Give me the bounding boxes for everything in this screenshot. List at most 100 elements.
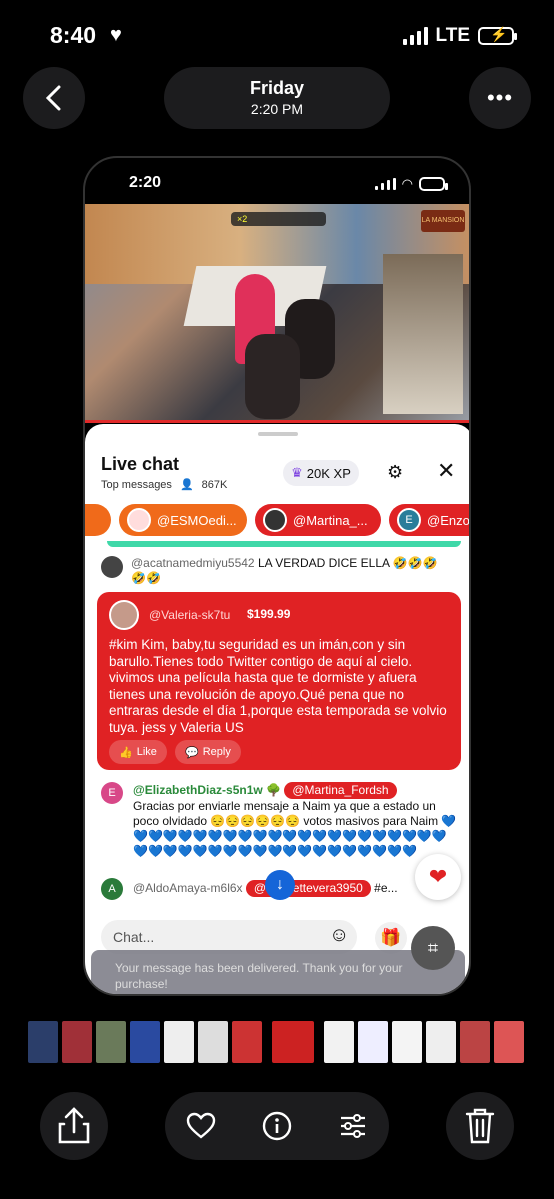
mention-badge[interactable]: @Martina_Fordsh <box>284 782 397 799</box>
drag-handle[interactable] <box>258 432 298 436</box>
video-progress <box>85 420 469 423</box>
thumbnail-strip <box>28 1021 528 1065</box>
date-time: 2:20 PM <box>250 101 304 117</box>
thumbnail[interactable] <box>426 1021 456 1063</box>
person-icon: 👤 <box>179 479 194 491</box>
show-logo: LA MANSION <box>421 210 465 232</box>
thumbnail-selected[interactable] <box>272 1021 314 1063</box>
chat-input[interactable]: Chat... <box>101 920 357 954</box>
thumbnail[interactable] <box>392 1021 422 1063</box>
back-button[interactable] <box>23 67 85 129</box>
chip-label: @EnzojR <box>427 512 470 528</box>
thumbnail[interactable] <box>494 1021 524 1063</box>
thumbnail[interactable] <box>460 1021 490 1063</box>
more-icon: ••• <box>486 85 514 110</box>
like-label: Like <box>136 746 157 758</box>
status-bar: 8:40 ♥ LTE ⚡ <box>0 0 554 72</box>
chip-label: @ESMOedi... <box>157 512 237 528</box>
chevron-left-icon <box>45 85 61 111</box>
avatar: E <box>397 508 421 532</box>
pinned-bar <box>107 541 461 547</box>
avatar: A <box>101 878 123 900</box>
live-chat-panel: Live chat Top messages 👤 867K ♛ 20K XP ⚙… <box>85 424 470 994</box>
crown-icon: ♛ <box>291 465 303 480</box>
avatar: E <box>101 782 123 804</box>
chat-title: Live chat <box>101 454 180 474</box>
pinned-chips: @ESMOedi... @Martina_... E @EnzojR <box>85 502 470 538</box>
chip-martina[interactable]: @Martina_... <box>255 504 381 536</box>
network-label: LTE <box>435 25 470 46</box>
chat-subtitle-row: Top messages 👤 867K <box>101 478 228 492</box>
chip-esmo[interactable]: @ESMOedi... <box>119 504 247 536</box>
reply-label: Reply <box>202 746 231 758</box>
favorite-icon[interactable] <box>185 1110 217 1142</box>
emoji-icon[interactable]: ☺ <box>329 924 349 947</box>
message-author: @ElizabethDiaz-s5n1w 🌳 <box>133 783 282 797</box>
avatar <box>263 508 287 532</box>
chip-label: @Martina_... <box>293 512 368 528</box>
scroll-down-button[interactable]: ↓ <box>265 870 295 900</box>
arrow-down-icon: ↓ <box>276 876 284 893</box>
xp-badge[interactable]: ♛ 20K XP <box>283 460 359 486</box>
more-button[interactable]: ••• <box>469 67 531 129</box>
battery-icon: ⚡ <box>478 26 517 45</box>
avatar <box>109 600 139 630</box>
action-bar <box>165 1092 389 1160</box>
thumbs-up-icon: 👍 <box>119 746 133 759</box>
superchat-amount: $199.99 <box>247 607 291 621</box>
wifi-icon: ◠ <box>401 176 413 191</box>
react-heart-button[interactable]: ❤ <box>415 854 461 900</box>
message-author: @AldoAmaya-m6l6x <box>133 881 243 895</box>
like-button[interactable]: 👍 Like <box>109 740 167 764</box>
adjust-icon[interactable] <box>337 1110 369 1142</box>
thumbnail[interactable] <box>164 1021 194 1063</box>
thumbnail[interactable] <box>324 1021 354 1063</box>
thumbnail[interactable] <box>358 1021 388 1063</box>
chat-message[interactable]: @ElizabethDiaz-s5n1w 🌳 @Martina_Fordsh G… <box>133 782 457 859</box>
settings-sliders-icon[interactable]: ⚙ <box>387 462 403 483</box>
avatar <box>101 556 123 578</box>
super-chat-card[interactable]: @Valeria-sk7tu $199.99 #kim Kim, baby,tu… <box>97 592 461 770</box>
delete-button[interactable] <box>446 1092 514 1160</box>
close-icon[interactable]: ✕ <box>437 458 455 484</box>
trash-icon <box>465 1108 495 1144</box>
message-text: #e... <box>374 881 398 895</box>
share-button[interactable] <box>40 1092 108 1160</box>
inner-battery-icon <box>419 177 448 191</box>
thumbnail[interactable] <box>28 1021 58 1063</box>
reply-icon: 💬 <box>185 746 199 759</box>
viewer-count: 867K <box>201 478 228 491</box>
chat-message[interactable]: @acatnamedmiyu5542 LA VERDAD DICE ELLA 🤣… <box>131 556 451 586</box>
thumbnail[interactable] <box>62 1021 92 1063</box>
superchat-author: @Valeria-sk7tu <box>149 608 231 622</box>
toast-message: Your message has been delivered. Thank y… <box>91 950 465 994</box>
chip-partial[interactable] <box>85 504 111 536</box>
signal-icon <box>402 27 428 45</box>
reply-button[interactable]: 💬 Reply <box>175 740 241 764</box>
heart-icon: ♥ <box>110 24 122 46</box>
message-text: Gracias por enviarle mensaje a Naim ya q… <box>133 799 457 858</box>
screenshot-preview[interactable]: 2:20 ◠ ×2 LA MANSION Live chat Top messa… <box>83 156 471 996</box>
info-icon[interactable] <box>261 1110 293 1142</box>
inner-status-bar: 2:20 ◠ <box>85 158 469 204</box>
live-video[interactable]: ×2 LA MANSION <box>85 204 469 422</box>
inner-time: 2:20 <box>129 174 162 191</box>
inner-signal-icon <box>374 178 396 190</box>
video-counter: ×2 <box>231 212 326 226</box>
chat-filter-label[interactable]: Top messages <box>101 479 172 491</box>
chip-enzo[interactable]: E @EnzojR <box>389 504 470 536</box>
thumbnail[interactable] <box>96 1021 126 1063</box>
xp-value: 20K XP <box>306 465 351 481</box>
share-icon <box>58 1107 90 1144</box>
thumbnail[interactable] <box>130 1021 160 1063</box>
date-pill: Friday 2:20 PM <box>164 67 390 129</box>
live-text-scan-icon[interactable]: ⌗ <box>411 926 455 970</box>
superchat-text: #kim Kim, baby,tu seguridad es un imán,c… <box>109 637 447 735</box>
status-time: 8:40 <box>50 22 97 48</box>
thumbnail[interactable] <box>232 1021 262 1063</box>
thumbnail[interactable] <box>198 1021 228 1063</box>
date-day: Friday <box>249 78 305 98</box>
message-author: @acatnamedmiyu5542 <box>131 556 255 570</box>
avatar <box>127 508 151 532</box>
heart-icon: ❤ <box>428 864 448 889</box>
